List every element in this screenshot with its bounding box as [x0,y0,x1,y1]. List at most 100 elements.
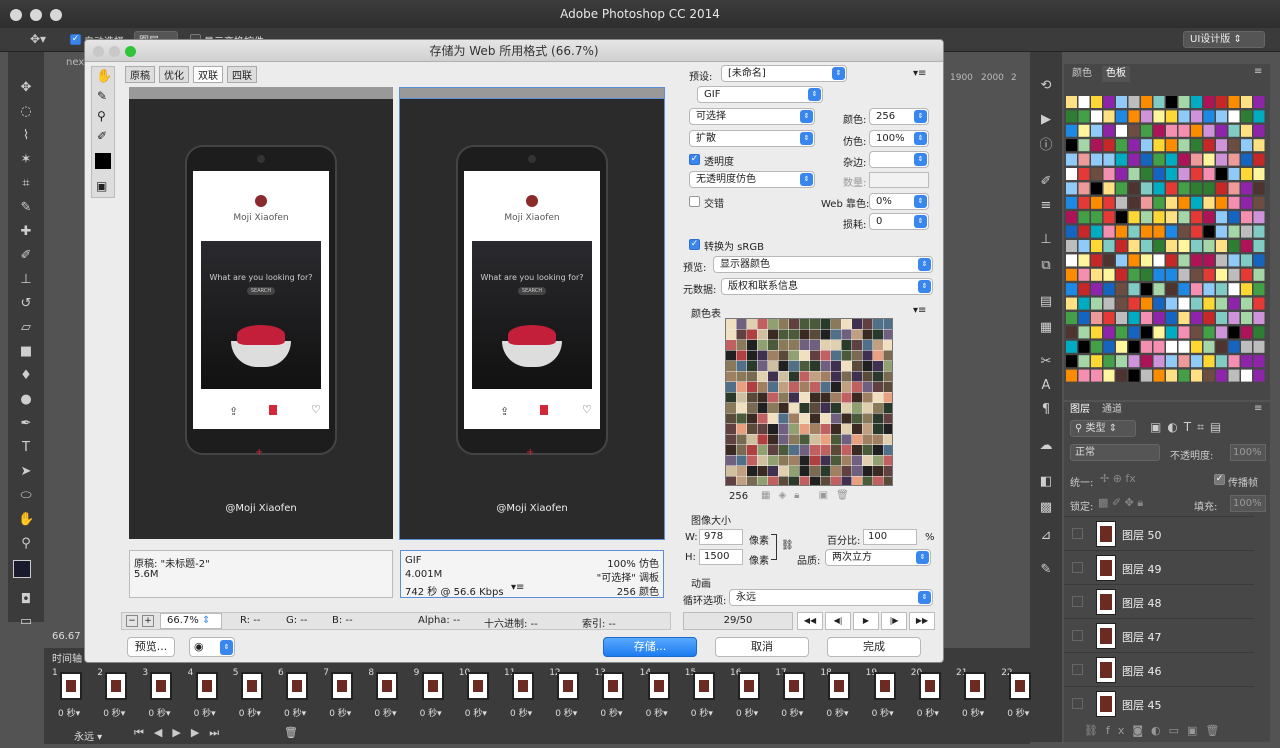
color-table-grid[interactable] [725,318,893,486]
interlace-checkbox[interactable] [689,196,700,207]
timeline-frame[interactable]: 20 0 秒▾ [909,666,951,724]
measure-icon[interactable]: ⊿ [1038,528,1054,544]
frame-delay[interactable]: 0 秒▾ [103,706,125,719]
timeline-frame[interactable]: 17 0 秒▾ [773,666,815,724]
frame-delay[interactable]: 0 秒▾ [329,706,351,719]
auto-select-checkbox[interactable]: ✓ [70,34,81,45]
frame-delay[interactable]: 0 秒▾ [555,706,577,719]
timeline-frame[interactable]: 13 0 秒▾ [592,666,634,724]
layer-row[interactable]: 图层 49 [1064,550,1254,584]
opacity-field[interactable]: 100% [1230,444,1266,461]
swatches-grid[interactable] [1066,96,1266,384]
doc-tab[interactable]: nex [66,57,84,68]
first-frame-button[interactable]: ◀◀ [797,612,823,630]
timeline-frame[interactable]: 15 0 秒▾ [683,666,725,724]
edit-icon[interactable]: ✎ [1038,562,1054,578]
loop-select[interactable]: 永远 ▾ [74,728,102,743]
last-frame-button[interactable]: ▶▶ [909,612,935,630]
preview-button[interactable]: 预览... [127,637,175,657]
clone-source-icon[interactable]: ⊥ [1038,232,1054,248]
eraser-tool-icon[interactable]: ▱ [18,320,34,336]
quick-mask-icon[interactable]: ◘ [18,592,34,608]
prev-frame-button[interactable]: ◀| [825,612,851,630]
timeline-frame[interactable]: 16 0 秒▾ [728,666,770,724]
matte-select[interactable]: ⇕ [869,151,929,168]
crop-tool-icon[interactable]: ⌗ [18,176,34,192]
timeline-frame[interactable]: 14 0 秒▾ [638,666,680,724]
tab-swatches[interactable]: 色板 [1102,66,1130,82]
loop-select[interactable]: 永远 ⇕ [729,589,933,606]
paragraph-style-icon[interactable]: ▤ [1038,294,1054,310]
timeline-frame[interactable]: 3 0 秒▾ [140,666,182,724]
timeline-frame[interactable]: 8 0 秒▾ [366,666,408,724]
quality-select[interactable]: 两次立方 ⇕ [825,549,931,566]
transparency-checkbox[interactable]: ✓ [689,154,700,165]
zoom-out-button[interactable]: − [126,615,138,627]
height-field[interactable]: 1500 [699,549,743,565]
play-button[interactable]: ▶ [853,612,879,630]
layer-bottom-icons[interactable]: ⛓fx◙◐▭▣🗑︎ [1084,724,1227,737]
filter-icons[interactable]: ▣◐T⌗▤ [1150,420,1227,435]
timeline-frame[interactable]: 11 0 秒▾ [502,666,544,724]
fill-field[interactable]: 100% [1230,495,1266,512]
browser-select[interactable]: ◉ ⇕ [189,637,235,657]
timeline-frame[interactable]: 9 0 秒▾ [412,666,454,724]
visibility-toggle[interactable] [1072,528,1083,539]
paragraph-icon[interactable]: ¶ [1038,402,1054,418]
hand-tool-icon[interactable]: ✋ [96,69,112,84]
layer-row[interactable]: 图层 48 [1064,584,1254,618]
timeline-frame[interactable]: 19 0 秒▾ [864,666,906,724]
link-icon[interactable]: ⛓ [781,540,794,551]
color-table-menu-icon[interactable]: ▾≡ [913,305,926,316]
visibility-toggle[interactable] [1072,664,1083,675]
frame-delay[interactable]: 0 秒▾ [465,706,487,719]
frame-delay[interactable]: 0 秒▾ [646,706,668,719]
tab-color[interactable]: 颜色 [1072,66,1092,82]
dialog-minimize-icon[interactable] [109,46,120,57]
metadata-select[interactable]: 版权和联系信息 ⇕ [721,278,933,295]
delete-frame-icon[interactable]: 🗑︎ [284,726,298,739]
timeline-frame[interactable]: 22 0 秒▾ [999,666,1041,724]
brush-tool-icon[interactable]: ✐ [18,248,34,264]
optimize-menu-icon[interactable]: ▾≡ [913,68,926,79]
frame-delay[interactable]: 0 秒▾ [1007,706,1029,719]
frame-delay[interactable]: 0 秒▾ [826,706,848,719]
magic-wand-icon[interactable]: ✶ [18,152,34,168]
timeline-frame[interactable]: 4 0 秒▾ [186,666,228,724]
workspace-select[interactable]: UI设计版 ⇕ [1183,31,1265,48]
character-icon[interactable]: A [1038,378,1054,394]
frame-delay[interactable]: 0 秒▾ [872,706,894,719]
frame-delay[interactable]: 0 秒▾ [374,706,396,719]
frame-delay[interactable]: 0 秒▾ [962,706,984,719]
frame-delay[interactable]: 0 秒▾ [284,706,306,719]
frame-delay[interactable]: 0 秒▾ [58,706,80,719]
layer-filter-select[interactable]: ⚲ 类型 ⇕ [1070,420,1136,437]
trans-dither-select[interactable]: 无透明度仿色 ⇕ [689,171,815,188]
unify-icons[interactable]: ✢ ⊕ fx [1100,472,1136,485]
shape-tool-icon[interactable]: ⬭ [18,488,34,504]
layers-menu-icon[interactable]: ≡ [1254,403,1262,414]
history-brush-icon[interactable]: ↺ [18,296,34,312]
info-icon[interactable]: ⓘ [1038,138,1054,154]
visibility-toggle[interactable] [1072,596,1083,607]
preview-mode-select[interactable]: 显示器颜色 ⇕ [713,256,933,273]
timeline-frame[interactable]: 2 0 秒▾ [95,666,137,724]
preview-optimized[interactable]: Moji Xiaofen What are you looking for? S… [399,98,665,540]
tab-4up[interactable]: 四联 [227,66,257,83]
adjust-icon[interactable]: ≡ [1038,198,1054,214]
actions-play-icon[interactable]: ▶ [1038,112,1054,128]
done-button[interactable]: 完成 [827,637,921,657]
dialog-close-icon[interactable] [93,46,104,57]
layer-row[interactable]: 图层 45 [1064,686,1254,720]
dodge-tool-icon[interactable]: ● [18,392,34,408]
eyedropper-color-swatch[interactable] [95,153,111,169]
brush-preset-icon[interactable]: ✐ [1038,174,1054,190]
frame-delay[interactable]: 0 秒▾ [420,706,442,719]
frame-delay[interactable]: 0 秒▾ [917,706,939,719]
frame-delay[interactable]: 0 秒▾ [781,706,803,719]
move-tool-icon[interactable]: ✥ [18,80,34,96]
history-icon[interactable]: ⟲ [1038,78,1054,94]
timeline-frame[interactable]: 18 0 秒▾ [818,666,860,724]
playback-controls[interactable]: ⏮◀▶▶⏭ [134,726,229,740]
eyedropper-icon[interactable]: ✐ [97,129,107,143]
